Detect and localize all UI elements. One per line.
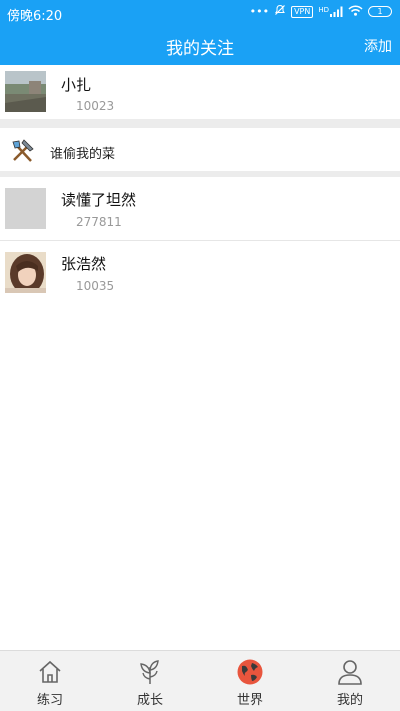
follow-item[interactable]: 张浩然 10035 <box>0 241 400 301</box>
follow-id: 277811 <box>76 215 122 229</box>
follow-name: 小扎 <box>61 76 92 94</box>
page-title: 我的关注 <box>166 39 234 59</box>
follow-id: 10023 <box>76 99 115 113</box>
section-divider <box>0 119 400 128</box>
tab-world[interactable]: 世界 <box>200 651 300 711</box>
hd-label: HD <box>318 6 329 14</box>
status-time: 傍晚6:20 <box>7 9 63 24</box>
tab-label: 世界 <box>236 693 263 708</box>
globe-icon <box>237 659 263 685</box>
bottom-nav: 练习 成长 世界 我的 <box>0 650 400 711</box>
title-bar: 我的关注 添加 <box>0 25 400 65</box>
tab-label: 练习 <box>36 693 63 708</box>
more-dots-icon: ••• <box>249 5 270 18</box>
follow-name: 读懂了坦然 <box>61 191 137 209</box>
person-icon <box>337 659 363 685</box>
follow-item[interactable]: 小扎 10023 <box>0 65 400 119</box>
status-icons: ••• VPN HD 1 <box>250 4 392 19</box>
feature-label: 谁偷我的菜 <box>50 147 116 162</box>
tab-label: 我的 <box>336 693 363 708</box>
add-button[interactable]: 添加 <box>364 36 392 56</box>
mute-icon <box>274 4 286 19</box>
wifi-icon <box>348 4 363 19</box>
signal-icon: HD <box>318 6 343 17</box>
tab-label: 成长 <box>136 693 163 708</box>
follow-id: 10035 <box>76 279 115 293</box>
feature-item[interactable]: 谁偷我的菜 <box>0 128 400 171</box>
tools-icon <box>9 137 37 165</box>
battery-icon: 1 <box>368 6 392 17</box>
status-bar: 傍晚6:20 ••• VPN HD 1 <box>0 0 400 25</box>
follow-item[interactable]: 读懂了坦然 277811 <box>0 177 400 240</box>
follow-name: 张浩然 <box>61 255 107 273</box>
sprout-icon <box>137 659 163 685</box>
tab-practice[interactable]: 练习 <box>0 651 100 711</box>
vpn-badge: VPN <box>291 5 314 18</box>
avatar <box>5 71 46 112</box>
avatar <box>5 188 46 229</box>
tab-mine[interactable]: 我的 <box>300 651 400 711</box>
avatar <box>5 252 46 293</box>
house-icon <box>37 659 63 685</box>
tab-growth[interactable]: 成长 <box>100 651 200 711</box>
